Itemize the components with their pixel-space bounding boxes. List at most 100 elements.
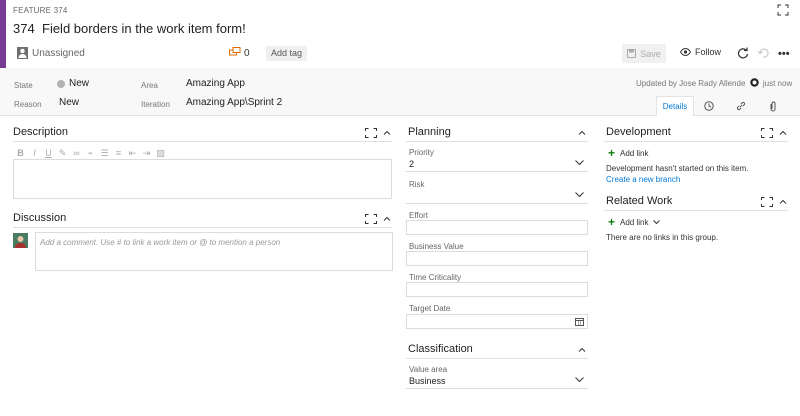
target-date-label: Target Date <box>409 304 451 313</box>
discussion-section-title: Discussion <box>13 212 67 224</box>
updater-avatar <box>749 78 759 87</box>
priority-value: 2 <box>409 159 415 169</box>
value-area-value: Business <box>409 376 446 386</box>
description-collapse-icon[interactable] <box>381 128 393 138</box>
development-collapse-icon[interactable] <box>777 128 789 138</box>
classification-divider <box>406 358 588 359</box>
planning-collapse-icon[interactable] <box>576 128 588 138</box>
description-divider <box>13 141 392 142</box>
outdent-icon[interactable]: ⇤ <box>127 148 138 159</box>
development-status-text: Development hasn't started on this item. <box>606 164 749 173</box>
related-work-divider <box>604 210 788 211</box>
bold-icon[interactable]: B <box>15 148 26 159</box>
save-button[interactable]: Save <box>622 44 666 63</box>
planning-section-title: Planning <box>408 126 451 138</box>
discussion-collapse-icon[interactable] <box>381 214 393 224</box>
updated-time-text: just now <box>762 79 793 88</box>
updated-by-text: Updated by Jose Rady Allende <box>636 79 746 88</box>
related-work-empty-text: There are no links in this group. <box>606 233 719 242</box>
fullscreen-icon[interactable] <box>777 4 789 16</box>
comment-input[interactable]: Add a comment. Use # to link a work item… <box>35 232 393 271</box>
tab-links[interactable] <box>730 96 752 116</box>
create-branch-link[interactable]: Create a new branch <box>606 175 680 184</box>
numbered-list-icon[interactable]: ≡ <box>113 148 124 159</box>
work-item-type-color-bar <box>0 0 6 68</box>
discussion-maximize-icon[interactable] <box>365 214 377 224</box>
save-button-label: Save <box>640 48 661 59</box>
iteration-field[interactable]: Amazing App\Sprint 2 <box>186 97 282 108</box>
priority-select[interactable]: 2 <box>406 157 588 172</box>
rich-text-toolbar: B I U ✎ ∞ ⌁ ☰ ≡ ⇤ ⇥ ▨ <box>15 148 166 159</box>
follow-button-label: Follow <box>695 47 722 57</box>
link-icon[interactable]: ∞ <box>71 148 82 159</box>
related-work-add-link-label: Add link <box>620 218 649 227</box>
chevron-down-icon <box>575 160 584 166</box>
highlight-icon[interactable]: ✎ <box>57 148 68 159</box>
user-avatar <box>13 233 28 248</box>
description-section-title: Description <box>13 126 69 138</box>
classification-section-title: Classification <box>408 343 473 355</box>
follow-button[interactable]: Follow <box>680 47 721 57</box>
work-item-id: 374 <box>13 21 35 36</box>
reason-label: Reason <box>14 100 42 109</box>
indent-icon[interactable]: ⇥ <box>141 148 152 159</box>
value-area-select[interactable]: Business <box>406 374 588 389</box>
related-work-maximize-icon[interactable] <box>761 197 773 207</box>
area-field[interactable]: Amazing App <box>186 78 245 89</box>
paperclip-icon <box>770 101 776 111</box>
business-value-field[interactable] <box>406 251 588 266</box>
related-work-collapse-icon[interactable] <box>777 197 789 207</box>
refresh-icon[interactable] <box>737 47 749 59</box>
assigned-to-field[interactable]: Unassigned <box>32 48 85 59</box>
chevron-down-icon <box>575 377 584 383</box>
link-icon <box>736 101 746 111</box>
image-icon[interactable]: ▨ <box>155 148 166 159</box>
tab-details[interactable]: Details <box>656 96 694 116</box>
more-actions-icon[interactable]: ••• <box>778 48 790 60</box>
undo-icon[interactable] <box>757 47 769 59</box>
description-editor[interactable] <box>13 159 392 199</box>
classification-collapse-icon[interactable] <box>576 345 588 355</box>
tab-attachments[interactable] <box>762 96 784 116</box>
state-field[interactable]: New <box>69 78 89 89</box>
planning-divider <box>406 141 588 142</box>
chevron-down-icon <box>653 220 661 225</box>
description-maximize-icon[interactable] <box>365 128 377 138</box>
related-work-section-title: Related Work <box>606 195 673 207</box>
time-criticality-label: Time Criticality <box>409 273 462 282</box>
bullet-list-icon[interactable]: ☰ <box>99 148 110 159</box>
save-icon <box>627 49 637 58</box>
value-area-label: Value area <box>409 365 448 374</box>
unassigned-avatar-icon[interactable] <box>17 47 28 59</box>
priority-label: Priority <box>409 148 434 157</box>
discussion-icon[interactable] <box>229 47 241 58</box>
effort-field[interactable] <box>406 220 588 235</box>
state-indicator-icon <box>57 80 65 88</box>
plus-icon: + <box>608 146 616 160</box>
calendar-icon[interactable] <box>575 317 584 326</box>
target-date-field[interactable] <box>406 314 588 329</box>
reason-field[interactable]: New <box>59 97 79 108</box>
add-tag-button[interactable]: Add tag <box>266 46 308 61</box>
tab-history[interactable] <box>698 96 720 116</box>
development-maximize-icon[interactable] <box>761 128 773 138</box>
development-section-title: Development <box>606 126 671 138</box>
history-icon <box>704 101 714 111</box>
development-add-link-button[interactable]: + Add link <box>608 146 649 160</box>
work-item-title[interactable]: Field borders in the work item form! <box>42 21 246 36</box>
discussion-divider <box>13 227 392 228</box>
discussion-count[interactable]: 0 <box>244 48 250 59</box>
business-value-label: Business Value <box>409 242 464 251</box>
area-label: Area <box>141 81 158 90</box>
state-label: State <box>14 81 33 90</box>
underline-icon[interactable]: U <box>43 148 54 159</box>
risk-select[interactable] <box>406 189 588 204</box>
iteration-label: Iteration <box>141 100 170 109</box>
related-work-add-link-button[interactable]: + Add link <box>608 216 661 228</box>
italic-icon[interactable]: I <box>29 148 40 159</box>
time-criticality-field[interactable] <box>406 282 588 297</box>
risk-label: Risk <box>409 180 425 189</box>
development-add-link-label: Add link <box>620 149 649 158</box>
unlink-icon[interactable]: ⌁ <box>85 148 96 159</box>
updated-info: Updated by Jose Rady Allende just now <box>636 78 792 88</box>
